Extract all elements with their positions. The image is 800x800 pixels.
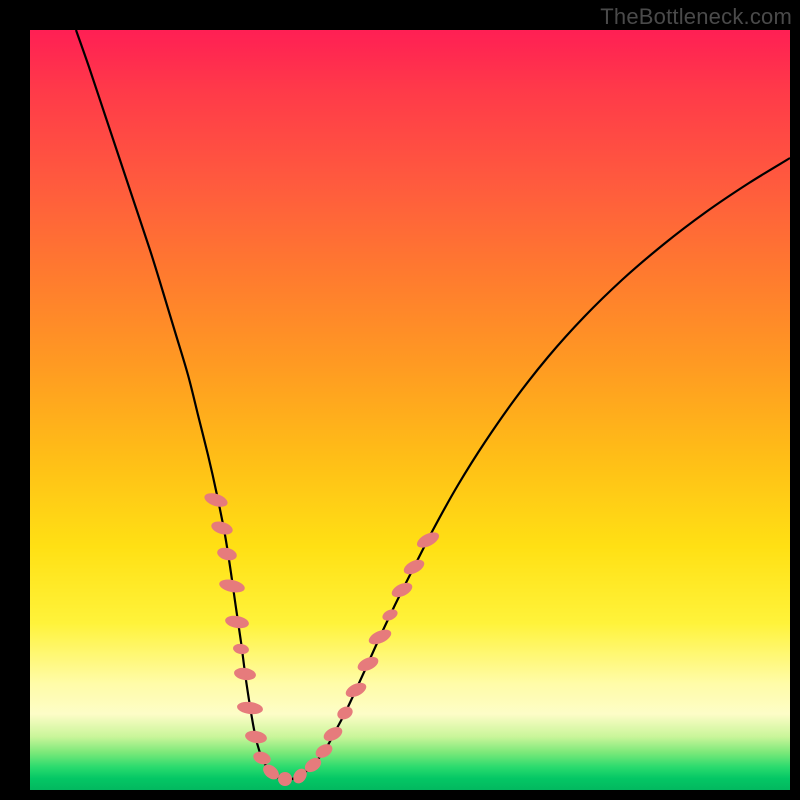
plot-frame (30, 30, 790, 790)
data-bead (401, 557, 426, 577)
curve-svg (30, 30, 790, 790)
data-bead (313, 741, 335, 760)
data-bead (389, 580, 414, 600)
data-bead (381, 607, 400, 623)
data-bead (343, 680, 368, 700)
data-bead (367, 627, 394, 648)
watermark-label: TheBottleneck.com (600, 4, 792, 30)
data-bead (252, 750, 273, 767)
data-bead (210, 519, 234, 537)
data-bead (356, 654, 381, 674)
data-bead (232, 643, 249, 655)
data-bead (335, 704, 355, 722)
data-bead (278, 772, 292, 786)
data-bead (224, 614, 250, 630)
data-bead (216, 546, 238, 562)
data-bead (218, 577, 246, 594)
data-bead (415, 529, 442, 551)
data-bead (233, 667, 256, 682)
data-beads (203, 491, 442, 786)
data-bead (321, 724, 344, 744)
data-bead (244, 729, 268, 745)
data-bead (236, 700, 263, 715)
bottleneck-curve (76, 30, 790, 779)
